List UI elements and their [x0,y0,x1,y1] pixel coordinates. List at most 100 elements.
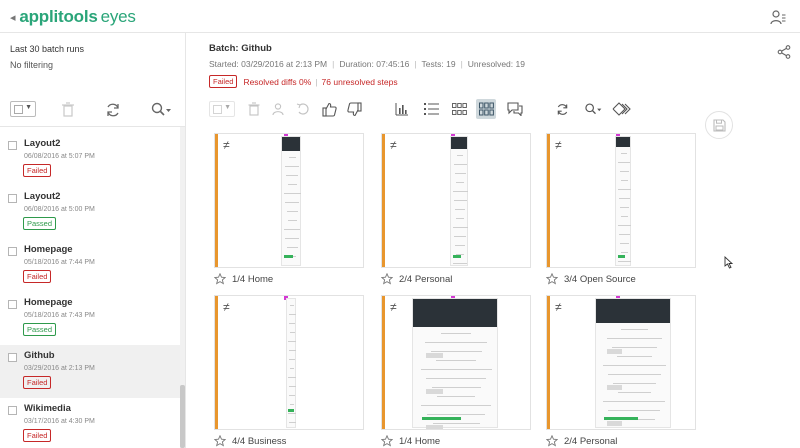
batch-title: Batch: Github [209,43,272,54]
filter-status[interactable]: No filtering [10,60,53,70]
step-caption: 2/4 Personal [546,435,617,447]
batch-run-checkbox[interactable] [8,141,17,150]
batch-run-list: Layout2 06/08/2016 at 5:07 PM Failed Layout… [0,133,180,448]
trash-icon [248,102,260,116]
assign-user-button[interactable] [268,99,288,119]
batch-run-checkbox[interactable] [8,406,17,415]
resolved-diffs: Resolved diffs 0% [243,76,312,87]
step-label: 1/4 Home [232,273,274,285]
batch-run-item[interactable]: Layout2 06/08/2016 at 5:00 PM Passed [0,186,180,239]
layers-icon [612,102,631,116]
step-label: 1/4 Home [399,435,441,447]
sidebar-divider [0,126,185,127]
batch-run-status-badge: Failed [23,376,52,389]
batch-run-name: Layout2 [24,138,61,149]
batch-run-item[interactable]: Github 03/29/2016 at 2:13 PM Failed [0,345,180,398]
unresolved-steps[interactable]: 76 unresolved steps [315,77,398,87]
step-caption: 1/4 Home [214,273,273,285]
screenshot-preview [595,298,671,428]
refresh-steps-button[interactable] [552,99,572,119]
batch-run-date: 06/08/2016 at 5:00 PM [24,206,95,213]
list-view-button[interactable] [421,99,441,119]
diff-indicator-stripe [215,296,218,429]
user-settings-icon[interactable] [770,9,786,25]
mismatch-icon: ≠ [390,138,397,152]
step-caption: 2/4 Personal [381,273,452,285]
batch-run-name: Homepage [24,244,73,255]
batch-run-date: 05/18/2016 at 7:44 PM [24,259,95,266]
caret-down-icon: ▼ [224,104,231,111]
checkbox-icon [14,105,23,114]
batch-run-item[interactable]: Homepage 05/18/2016 at 7:43 PM Passed [0,292,180,345]
star-icon[interactable] [381,273,393,285]
batch-run-checkbox[interactable] [8,300,17,309]
step-label: 2/4 Personal [564,435,618,447]
user-icon [272,103,284,116]
select-all-dropdown[interactable]: ▼ [10,101,36,117]
star-icon[interactable] [381,435,393,447]
search-steps-button[interactable] [580,99,606,119]
batch-run-checkbox[interactable] [8,194,17,203]
step-thumbnail[interactable]: ≠ [214,133,364,268]
undo-button[interactable] [293,99,313,119]
select-steps-dropdown[interactable]: ▼ [209,101,235,117]
small-grid-view-button[interactable] [449,99,469,119]
logo[interactable]: ◂ applitools eyes [10,7,136,27]
batch-started: Started: 03/29/2016 at 2:13 PM [209,59,328,69]
refresh-icon[interactable] [104,101,122,119]
large-grid-view-button[interactable] [476,99,496,119]
bar-chart-view-button[interactable] [392,99,412,119]
list-icon [423,103,439,115]
batch-duration: Duration: 07:45:16 [339,59,410,69]
mismatch-icon: ≠ [223,300,230,314]
batch-status-row: Failed Resolved diffs 0% 76 unresolved s… [209,75,398,88]
star-icon[interactable] [546,273,558,285]
large-grid-icon [478,102,494,116]
thumbs-up-icon [321,102,337,117]
step-thumbnail[interactable]: ≠ [214,295,364,430]
search-icon[interactable] [150,101,172,119]
mismatch-icon: ≠ [555,138,562,152]
batch-run-item[interactable]: Wikimedia 03/17/2016 at 4:30 PM Failed [0,398,180,448]
batch-run-item[interactable]: Homepage 05/18/2016 at 7:44 PM Failed [0,239,180,292]
sidebar-title: Last 30 batch runs [10,44,85,54]
batch-meta: Started: 03/29/2016 at 2:13 PM | Duration:… [209,59,525,69]
delete-button[interactable] [244,99,264,119]
batch-run-item[interactable]: Layout2 06/08/2016 at 5:07 PM Failed [0,133,180,186]
star-icon[interactable] [546,435,558,447]
screenshot-preview [450,136,468,266]
screenshot-preview [412,298,498,429]
undo-icon [296,103,309,115]
comments-button[interactable] [505,99,525,119]
batch-run-date: 05/18/2016 at 7:43 PM [24,312,95,319]
batch-run-name: Homepage [24,297,73,308]
batch-run-status-badge: Failed [23,270,52,283]
logo-brand: applitools [19,7,98,26]
step-thumbnail[interactable]: ≠ [546,295,696,430]
refresh-icon [557,103,567,115]
share-icon[interactable] [777,45,791,59]
thumbs-up-button[interactable] [319,99,339,119]
batch-run-checkbox[interactable] [8,353,17,362]
baselines-button[interactable] [610,99,634,119]
step-label: 3/4 Open Source [564,273,636,285]
diff-indicator-stripe [547,134,550,267]
batch-run-checkbox[interactable] [8,247,17,256]
mismatch-icon: ≠ [555,300,562,314]
diff-indicator-stripe [215,134,218,267]
star-icon[interactable] [214,273,226,285]
step-thumbnail[interactable]: ≠ [381,133,531,268]
steps-grid: ≠ 1/4 Home ≠ 2/4 Personal ≠ 3/4 Open Source ≠ 4… [214,133,714,448]
thumbs-down-button[interactable] [344,99,364,119]
batch-tests: Tests: 19 [421,59,456,69]
screenshot-preview [286,298,296,428]
step-thumbnail[interactable]: ≠ [546,133,696,268]
step-thumbnail[interactable]: ≠ [381,295,531,430]
sidebar-toolbar: ▼ [0,95,185,125]
logo-product: eyes [100,7,136,26]
trash-icon[interactable] [59,101,77,119]
star-icon[interactable] [214,435,226,447]
collapse-sidebar-icon[interactable]: ◂ [10,11,16,24]
save-icon [712,118,726,132]
sidebar-scrollbar-thumb[interactable] [180,385,185,448]
